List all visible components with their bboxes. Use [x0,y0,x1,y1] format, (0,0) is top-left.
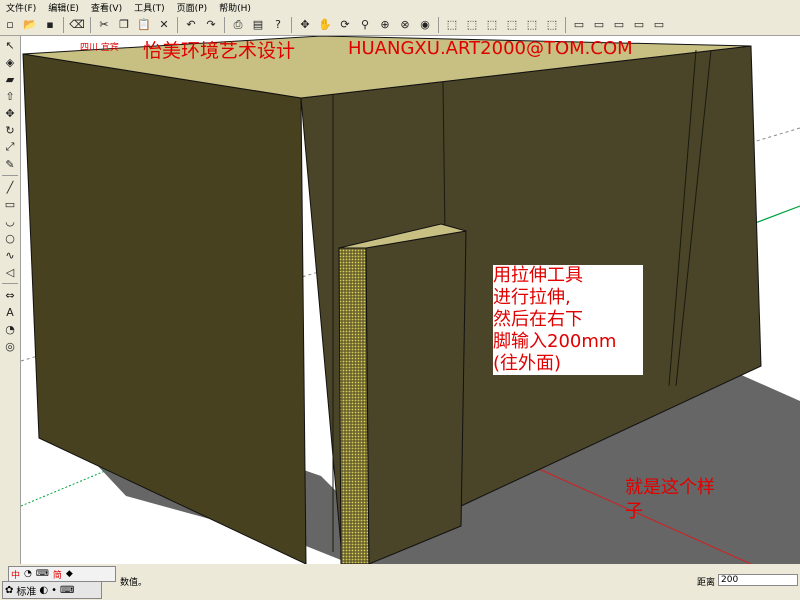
zoom-extents-icon[interactable]: ⊗ [396,16,414,34]
ime-keyboard-icon[interactable]: ⌨ [60,585,74,596]
ime-settings-icon[interactable]: ◆ [66,569,73,579]
help-icon[interactable]: ? [269,16,287,34]
rectangle-icon[interactable]: ▭ [1,196,19,212]
new-icon[interactable]: ▫ [1,16,19,34]
right-view-icon[interactable]: ⬚ [503,16,521,34]
xray-icon[interactable]: ▭ [570,16,588,34]
instruction-line: (往外面) [493,353,562,374]
toolbar-divider [565,16,566,33]
redo-icon[interactable]: ↷ [202,16,220,34]
protractor-icon[interactable]: ◔ [1,321,19,337]
menu-view[interactable]: 查看(V) [91,1,122,14]
eraser-icon[interactable]: ⌫ [68,16,86,34]
zoom-icon[interactable]: ⚲ [356,16,374,34]
distance-label: 距离 [697,578,716,588]
zoom-window-icon[interactable]: ⊕ [376,16,394,34]
instruction-line: 然后在右下 [493,309,583,330]
polygon-icon[interactable]: ◁ [1,264,19,280]
freehand-icon[interactable]: ∿ [1,247,19,263]
iso-view-icon[interactable]: ⬚ [443,16,461,34]
status-prompt: 数值。 [120,578,148,588]
hidden-line-icon[interactable]: ▭ [610,16,628,34]
dimension-icon[interactable]: ⇔ [1,287,19,303]
eraser-icon[interactable]: ▰ [1,71,19,87]
toolbar-divider [177,16,178,33]
distance-value-field[interactable]: 200 [718,574,798,586]
instruction-annotation: 用拉伸工具 进行拉伸, 然后在右下 脚输入200mm (往外面) [493,265,643,375]
previous-view-icon[interactable]: ◉ [416,16,434,34]
offset-icon[interactable]: ◎ [1,338,19,354]
menu-help[interactable]: 帮助(H) [219,1,251,14]
wireframe-icon[interactable]: ▭ [590,16,608,34]
instruction-line: 进行拉伸, [493,287,571,308]
arc-icon[interactable]: ◡ [1,213,19,229]
paste-icon[interactable]: 📋 [135,16,153,34]
select-icon[interactable]: ↖ [1,37,19,53]
ime-logo-icon: ✿ [5,584,14,596]
extrusion-side [338,247,370,564]
line-icon[interactable]: ╱ [1,179,19,195]
orbit-icon[interactable]: ⟳ [336,16,354,34]
ime-simplified[interactable]: 简 [53,568,62,581]
top-view-icon[interactable]: ⬚ [463,16,481,34]
toolbar-divider [291,16,292,33]
extrusion-front [365,230,467,564]
copy-icon[interactable]: ❐ [115,16,133,34]
open-icon[interactable]: 📂 [21,16,39,34]
menu-edit[interactable]: 编辑(E) [48,1,79,14]
ime-punct-icon[interactable]: ◔ [24,569,32,579]
toolbar-divider [90,16,91,33]
back-view-icon[interactable]: ⬚ [523,16,541,34]
ime-keyboard-icon[interactable]: ⌨ [36,569,49,579]
toolbar-divider [438,16,439,33]
ime-moon-icon[interactable]: ◐ [39,585,48,596]
delete-icon[interactable]: ✕ [155,16,173,34]
ime-status[interactable]: ✿ 标准 ◐ • ⌨ [2,581,102,599]
left-view-icon[interactable]: ⬚ [543,16,561,34]
instruction-line: 脚输入200mm [493,331,617,352]
text-icon[interactable]: A [1,304,19,320]
rotate-icon[interactable]: ↻ [1,122,19,138]
result-annotation: 就是这个样 子 [625,476,775,524]
menu-bar: 文件(F) 编辑(E) 查看(V) 工具(T) 页面(P) 帮助(H) [0,0,800,14]
result-line: 子 [625,501,643,522]
undo-icon[interactable]: ↶ [182,16,200,34]
scale-icon[interactable]: ⤢ [1,139,19,155]
instruction-line: 用拉伸工具 [493,265,583,286]
ime-mode-label[interactable]: 标准 [16,583,36,598]
push-pull-icon[interactable]: ⇧ [1,88,19,104]
pan-icon[interactable]: ✋ [316,16,334,34]
main-toolbar: ▫ 📂 ▪ ⌫ ✂ ❐ 📋 ✕ ↶ ↷ ⎙ ▤ ? ✥ ✋ ⟳ ⚲ ⊕ ⊗ ◉ … [0,14,800,36]
front-view-icon[interactable]: ⬚ [483,16,501,34]
tape-measure-icon[interactable]: ✎ [1,156,19,172]
move-icon[interactable]: ✥ [1,105,19,121]
header-location: 四川 宜宾 [80,43,119,53]
left-toolbar: ↖ ◈ ▰ ⇧ ✥ ↻ ⤢ ✎ ╱ ▭ ◡ ○ ∿ ◁ ⇔ A ◔ ◎ [0,36,21,564]
move-icon[interactable]: ✥ [296,16,314,34]
menu-tools[interactable]: 工具(T) [134,1,165,14]
menu-page[interactable]: 页面(P) [177,1,207,14]
shaded-icon[interactable]: ▭ [630,16,648,34]
menu-file[interactable]: 文件(F) [6,1,36,14]
ime-chinese-mode[interactable]: 中 [11,568,20,581]
toolbar-divider [2,283,18,284]
shaded-texture-icon[interactable]: ▭ [650,16,668,34]
print-icon[interactable]: ⎙ [229,16,247,34]
cut-icon[interactable]: ✂ [95,16,113,34]
header-email: HUANGXU.ART2000@TOM.COM [348,38,633,59]
paint-bucket-icon[interactable]: ◈ [1,54,19,70]
result-line: 就是这个样 [625,477,715,498]
header-title: 怡美环境艺术设计 [143,40,296,62]
ime-toolbar[interactable]: 中 ◔ ⌨ 简 ◆ [8,566,116,582]
toolbar-divider [224,16,225,33]
circle-icon[interactable]: ○ [1,230,19,246]
toolbar-divider [63,16,64,33]
ime-dot-icon[interactable]: • [51,585,57,596]
save-icon[interactable]: ▪ [41,16,59,34]
toolbar-divider [2,175,18,176]
model-info-icon[interactable]: ▤ [249,16,267,34]
